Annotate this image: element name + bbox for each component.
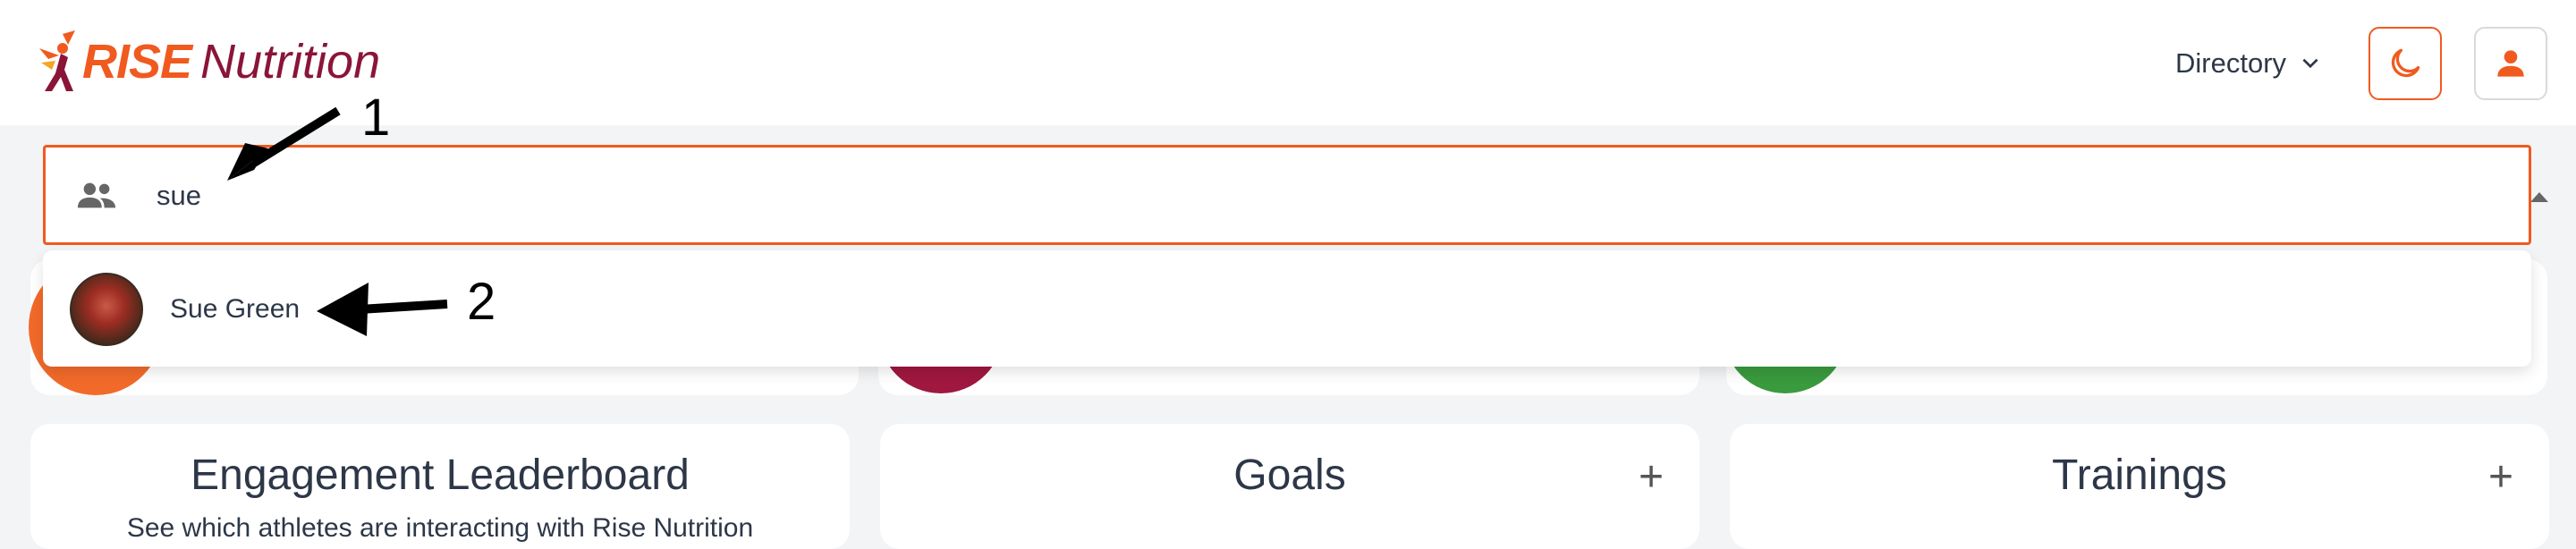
card-subtitle: See which athletes are interacting with … [126, 513, 754, 543]
runner-logo-icon [39, 30, 75, 91]
rise-nutrition-logo[interactable]: RISE Nutrition [36, 29, 380, 95]
annotation-arrow-1-icon [227, 106, 341, 181]
annotation-label-1: 1 [361, 89, 391, 147]
dark-mode-toggle-button[interactable] [2368, 27, 2442, 100]
annotation-label-2: 2 [467, 273, 496, 331]
annotation-arrow-2-icon [317, 283, 448, 336]
athlete-search-field[interactable] [43, 145, 2548, 245]
search-input[interactable] [157, 173, 2393, 219]
card-title: Engagement Leaderboard [191, 452, 690, 499]
card-title: Trainings [2052, 452, 2227, 499]
option-label: Sue Green [170, 294, 301, 324]
engagement-leaderboard-card: Engagement Leaderboard See which athlete… [30, 424, 850, 549]
directory-menu[interactable]: Directory [2175, 43, 2322, 84]
people-icon [77, 182, 116, 208]
trainings-card: Trainings + [1730, 424, 2549, 549]
add-goal-button[interactable]: + [1639, 456, 1664, 499]
card-title: Goals [1233, 452, 1346, 499]
directory-label: Directory [2175, 47, 2287, 79]
logo-suffix-text: Nutrition [200, 35, 381, 89]
add-training-button[interactable]: + [2488, 456, 2513, 499]
user-icon [2497, 50, 2524, 77]
user-profile-button[interactable] [2474, 27, 2547, 100]
goals-card: Goals + [880, 424, 1699, 549]
logo-brand-text: RISE [82, 35, 192, 89]
avatar [70, 273, 143, 346]
chevron-down-icon [2302, 58, 2318, 69]
moon-icon [2391, 48, 2420, 78]
caret-up-icon[interactable] [2529, 190, 2550, 203]
search-result-option[interactable]: Sue Green [70, 272, 300, 347]
